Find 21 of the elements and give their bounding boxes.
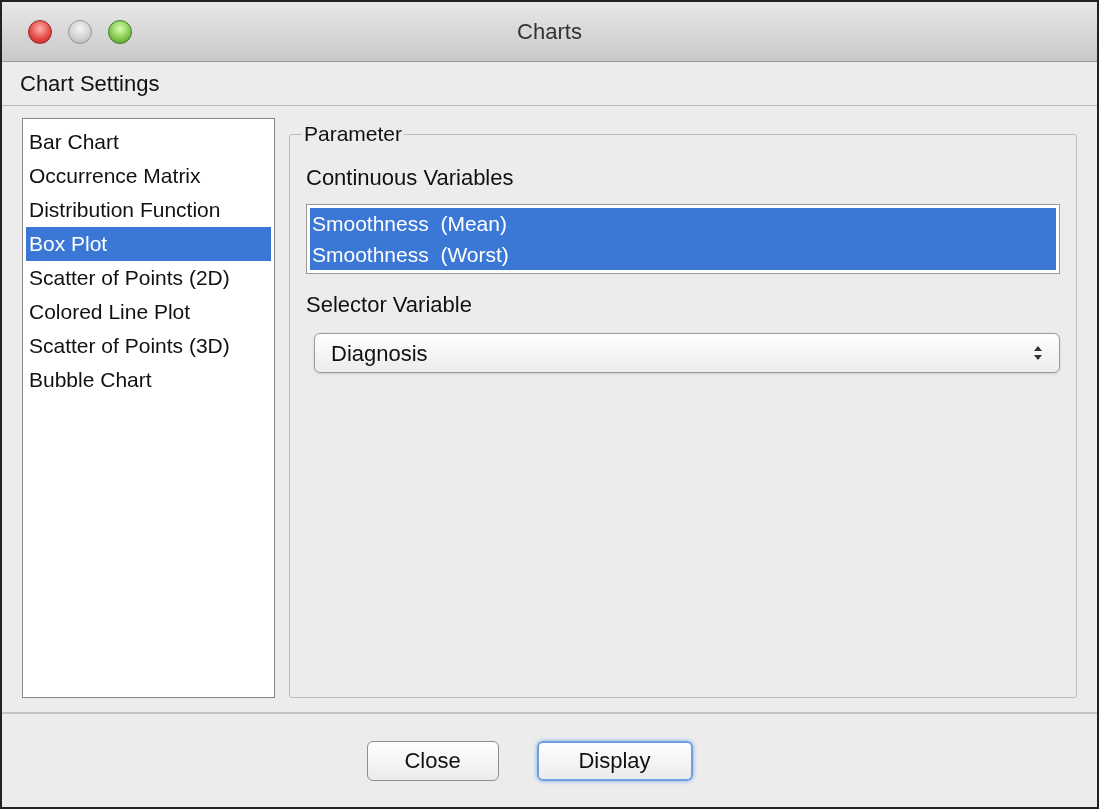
minimize-window-button[interactable] — [68, 19, 92, 44]
list-item[interactable]: Colored Line Plot — [26, 295, 271, 329]
close-button[interactable]: Close — [366, 740, 499, 781]
section-heading: Chart Settings — [20, 70, 160, 98]
list-item[interactable]: Bar Chart — [26, 125, 271, 159]
list-item[interactable]: Scatter of Points (3D) — [26, 329, 271, 363]
zoom-window-button[interactable] — [108, 19, 132, 44]
selector-dropdown[interactable]: Diagnosis — [314, 333, 1060, 373]
field-label: Selector Variable — [306, 291, 473, 319]
list-item[interactable]: Occurrence Matrix — [26, 159, 271, 193]
close-window-button[interactable] — [28, 19, 52, 44]
display-button[interactable]: Display — [536, 740, 693, 781]
list-item[interactable]: Smoothness (Worst) — [310, 239, 1056, 270]
list-item[interactable]: Scatter of Points (2D) — [26, 261, 271, 295]
list-item[interactable]: Smoothness (Mean) — [310, 208, 1056, 239]
list-item[interactable]: Box Plot — [26, 227, 271, 261]
stepper-icon — [1033, 345, 1043, 361]
window-title: Charts — [517, 18, 582, 46]
list-item[interactable]: Bubble Chart — [26, 363, 271, 397]
list-item[interactable]: Distribution Function — [26, 193, 271, 227]
field-label: Continuous Variables — [306, 164, 515, 192]
